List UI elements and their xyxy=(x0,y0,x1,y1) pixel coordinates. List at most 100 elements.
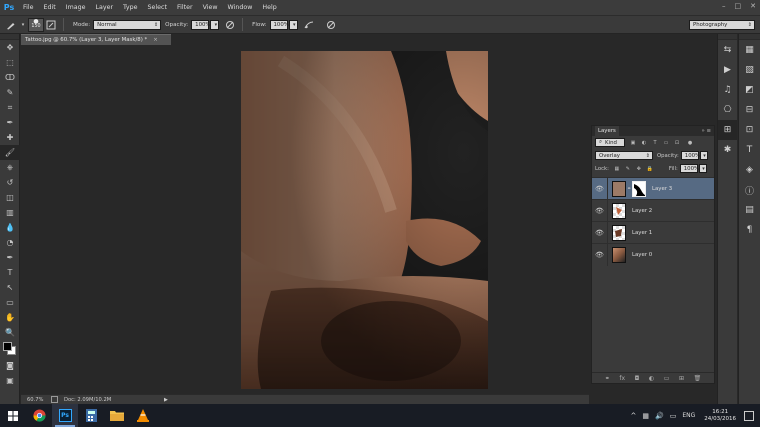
pen-tool-icon[interactable]: ✒ xyxy=(0,250,20,265)
lock-position-icon[interactable]: ✥ xyxy=(636,166,642,172)
adjustment-filter-icon[interactable]: ◐ xyxy=(641,140,647,146)
document-profile-icon[interactable] xyxy=(51,396,58,403)
menu-select[interactable]: Select xyxy=(143,4,172,11)
close-tab-icon[interactable]: × xyxy=(153,37,158,43)
layer-name[interactable]: Layer 0 xyxy=(632,252,652,258)
visibility-eye-icon[interactable]: 👁 xyxy=(592,199,608,222)
airbrush-icon[interactable] xyxy=(304,20,314,30)
pressure-size-icon[interactable] xyxy=(326,20,336,30)
styles-icon[interactable]: ⊡ xyxy=(739,120,760,140)
layer-opacity-input[interactable]: 100% xyxy=(680,151,700,160)
channels-icon[interactable]: ♫ xyxy=(718,80,737,100)
shape-tool-icon[interactable]: ▭ xyxy=(0,295,20,310)
network-icon[interactable]: ▦ xyxy=(642,412,649,420)
hand-tool-icon[interactable]: ✋ xyxy=(0,310,20,325)
layer-row-layer-3[interactable]: 👁 ⚭ Layer 3 xyxy=(592,177,714,200)
brush-preset-icon[interactable] xyxy=(6,20,16,30)
adjustments-icon[interactable]: ⊟ xyxy=(739,100,760,120)
fill-slider[interactable]: ▾ xyxy=(698,164,707,173)
screen-mode-icon[interactable]: ▣ xyxy=(0,373,20,388)
type-tool-icon[interactable]: T xyxy=(0,265,20,280)
fx-icon[interactable]: fx xyxy=(619,375,625,382)
mode-dropdown[interactable]: Normal ⇕ xyxy=(93,19,162,30)
brush-size-picker[interactable]: ● 150 xyxy=(28,17,44,32)
menu-window[interactable]: Window xyxy=(223,4,258,11)
menu-view[interactable]: View xyxy=(198,4,223,11)
paths-icon[interactable]: ◈ xyxy=(739,160,760,180)
chrome-icon[interactable] xyxy=(26,404,52,427)
menu-file[interactable]: File xyxy=(18,4,39,11)
blur-tool-icon[interactable]: 💧 xyxy=(0,220,20,235)
filter-toggle-icon[interactable]: ● xyxy=(687,140,693,146)
layer-mask-thumbnail[interactable] xyxy=(632,180,646,197)
menu-filter[interactable]: Filter xyxy=(172,4,198,11)
language-indicator[interactable]: ENG xyxy=(682,412,695,419)
layer-name[interactable]: Layer 1 xyxy=(632,230,652,236)
zoom-tool-icon[interactable]: 🔍 xyxy=(0,325,20,340)
eyedropper-tool-icon[interactable]: ✒ xyxy=(0,115,20,130)
properties-icon[interactable]: ⎔ xyxy=(718,100,737,120)
volume-icon[interactable]: 🔊 xyxy=(655,412,664,420)
tool-presets-icon[interactable]: ▤ xyxy=(739,200,760,220)
history-brush-tool-icon[interactable]: ↺ xyxy=(0,175,20,190)
workspace-switcher[interactable]: Photography ⇕ xyxy=(689,20,755,30)
lock-pixels-icon[interactable]: ✎ xyxy=(625,166,631,172)
pressure-opacity-icon[interactable] xyxy=(225,20,235,30)
trash-icon[interactable]: 🗑 xyxy=(694,375,702,382)
layer-thumbnail[interactable] xyxy=(612,202,626,219)
panel-collapse-icon[interactable]: » ≡ xyxy=(701,128,711,134)
paragraph-icon[interactable]: ¶ xyxy=(739,220,760,240)
eraser-tool-icon[interactable]: ◫ xyxy=(0,190,20,205)
opacity-slider-toggle[interactable]: ▾ xyxy=(210,19,220,30)
new-layer-icon[interactable]: ⊞ xyxy=(679,375,684,382)
chevron-down-icon[interactable]: ▾ xyxy=(20,20,26,30)
group-icon[interactable]: ▭ xyxy=(664,375,670,382)
menu-type[interactable]: Type xyxy=(118,4,142,11)
quick-mask-icon[interactable]: ◙ xyxy=(0,358,20,373)
quick-select-tool-icon[interactable]: ✎ xyxy=(0,85,20,100)
photoshop-icon[interactable]: Ps xyxy=(52,404,78,427)
maximize-button[interactable]: □ xyxy=(735,2,742,10)
notifications-icon[interactable] xyxy=(744,410,754,421)
menu-layer[interactable]: Layer xyxy=(90,4,118,11)
canvas-area[interactable] xyxy=(21,45,589,394)
visibility-eye-icon[interactable]: 👁 xyxy=(592,243,608,266)
fill-input[interactable]: 100% xyxy=(679,164,699,173)
layer-row-layer-1[interactable]: 👁 Layer 1 xyxy=(592,221,714,244)
type-filter-icon[interactable]: T xyxy=(652,140,658,146)
pixel-filter-icon[interactable]: ▣ xyxy=(630,140,636,146)
healing-tool-icon[interactable]: ✚ xyxy=(0,130,20,145)
move-tool-icon[interactable]: ✥ xyxy=(0,40,20,55)
lock-transparency-icon[interactable]: ▦ xyxy=(614,166,620,172)
smart-object-filter-icon[interactable]: ⊡ xyxy=(674,140,680,146)
vlc-icon[interactable] xyxy=(130,404,156,427)
path-select-tool-icon[interactable]: ↖ xyxy=(0,280,20,295)
histogram-icon[interactable]: ▦ xyxy=(739,40,760,60)
shape-filter-icon[interactable]: ▭ xyxy=(663,140,669,146)
lock-all-icon[interactable]: 🔒 xyxy=(647,166,653,172)
dodge-tool-icon[interactable]: ◔ xyxy=(0,235,20,250)
layer-thumbnail[interactable] xyxy=(612,180,626,197)
status-menu-icon[interactable]: ▶ xyxy=(164,397,168,403)
link-icon[interactable]: ⚭ xyxy=(605,375,610,382)
menu-help[interactable]: Help xyxy=(257,4,281,11)
document-canvas-image[interactable] xyxy=(241,51,488,389)
history-icon[interactable]: ⇆ xyxy=(718,40,737,60)
adjustment-icon[interactable]: ◐ xyxy=(649,375,654,382)
swatches-icon[interactable]: ◩ xyxy=(739,80,760,100)
document-tab[interactable]: Tattoo.jpg @ 60.7% (Layer 3, Layer Mask/… xyxy=(21,34,171,45)
menu-image[interactable]: Image xyxy=(61,4,91,11)
layers-panel-icon[interactable]: ⊞ xyxy=(718,120,737,140)
chevron-up-icon[interactable]: ^ xyxy=(631,412,637,420)
character-icon[interactable]: T xyxy=(739,140,760,160)
clone-stamp-tool-icon[interactable]: ⎈ xyxy=(0,160,20,175)
navigator-icon[interactable]: ▧ xyxy=(739,60,760,80)
crop-tool-icon[interactable]: ⌗ xyxy=(0,100,20,115)
mask-icon[interactable]: ◘ xyxy=(635,375,640,382)
layer-thumbnail[interactable] xyxy=(612,246,626,263)
layer-thumbnail[interactable] xyxy=(612,224,626,241)
foreground-color-swatch[interactable] xyxy=(3,342,12,351)
opacity-input[interactable]: 100% xyxy=(191,19,211,30)
kind-filter-dropdown[interactable]: ⌕ Kind xyxy=(595,138,625,147)
calculator-icon[interactable] xyxy=(78,404,104,427)
